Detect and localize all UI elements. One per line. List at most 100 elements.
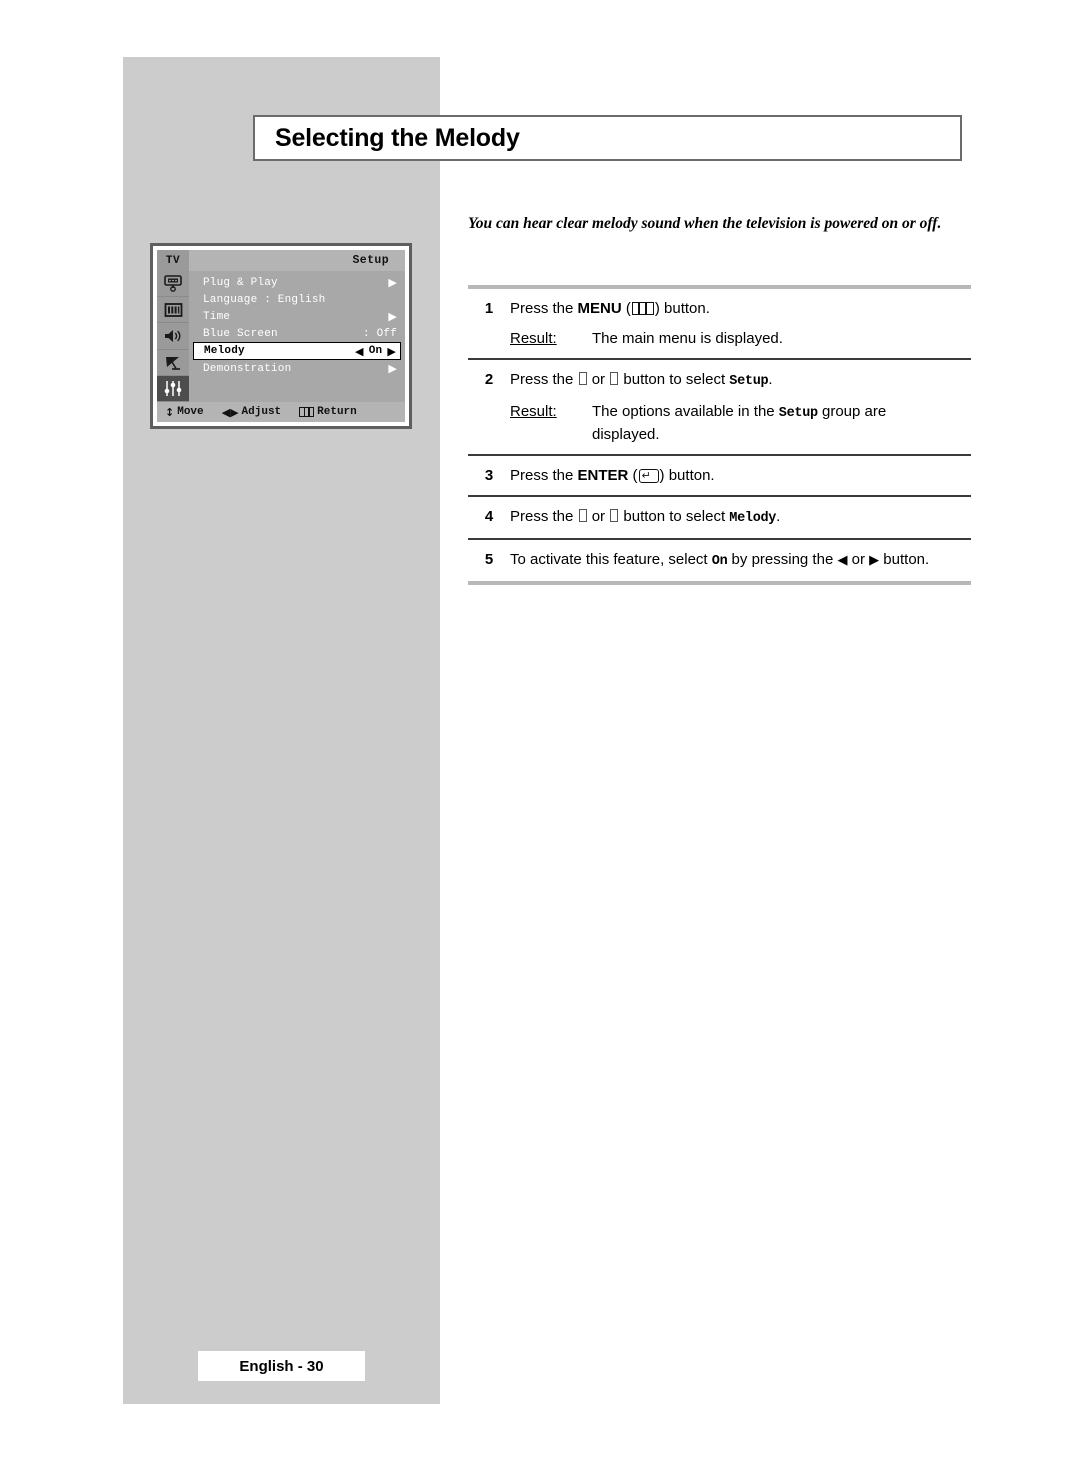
- left-right-arrow-icon: ◀▶: [221, 405, 239, 419]
- step-instruction: Press the MENU () button.: [510, 298, 971, 319]
- osd-item-label: Blue Screen: [203, 327, 278, 340]
- up-arrow-icon: [578, 372, 587, 385]
- osd-item-plug-and-play[interactable]: Plug & Play ▶: [189, 274, 405, 291]
- osd-item-language[interactable]: Language : English: [189, 291, 405, 308]
- up-arrow-icon: [578, 509, 587, 522]
- osd-item-label: Language : English: [203, 293, 326, 306]
- step-3: 3 Press the ENTER (↵) button.: [468, 456, 971, 495]
- step-body: Press the MENU () button. Result: The ma…: [510, 298, 971, 349]
- step-text: or: [847, 551, 870, 568]
- osd-item-label: Time: [203, 310, 231, 323]
- step-5: 5 To activate this feature, select On by…: [468, 540, 971, 581]
- step-text: button.: [664, 467, 715, 484]
- osd-icon-column: [157, 271, 189, 403]
- step-text: or: [587, 371, 610, 388]
- step-body: Press the ENTER (↵) button.: [510, 465, 971, 486]
- result-text-b: group are: [817, 403, 887, 420]
- enter-button-icon: ↵: [638, 469, 659, 483]
- result-text-a: The options available in the: [592, 403, 779, 420]
- step-body: To activate this feature, select On by p…: [510, 549, 971, 572]
- chevron-right-icon: ▶: [388, 310, 397, 323]
- up-down-arrow-icon: ↕: [165, 405, 175, 419]
- step-text: (: [621, 300, 631, 317]
- chevron-right-icon: ▶: [869, 553, 880, 568]
- result-text-c: displayed.: [592, 426, 660, 443]
- step-text: or: [587, 508, 610, 525]
- step-text: button.: [879, 551, 930, 568]
- osd-group-title: Setup: [352, 254, 389, 267]
- step-text: Press the: [510, 508, 578, 525]
- step-text: Press the: [510, 300, 578, 317]
- steps-list: 1 Press the MENU () button. Result: The …: [468, 285, 971, 585]
- menu-button-label: MENU: [577, 300, 622, 317]
- sliders-icon[interactable]: [157, 375, 189, 403]
- monitor-icon[interactable]: [157, 271, 189, 298]
- step-text: Press the: [510, 371, 578, 388]
- osd-screen: TV Setup Plug & Play ▶ Language: Englis…: [157, 250, 405, 422]
- chevron-left-icon: ◀: [837, 553, 848, 568]
- melody-keyword: Melody: [729, 511, 777, 526]
- manual-page: Selecting the Melody TV Setup Plug & Pla…: [0, 0, 1080, 1469]
- osd-hint-label: Return: [317, 406, 357, 418]
- menu-button-icon: [631, 302, 654, 315]
- step-number: 2: [484, 371, 494, 388]
- step-text: (: [628, 467, 638, 484]
- osd-menu-illustration: TV Setup Plug & Play ▶ Language: Englis…: [150, 243, 412, 429]
- osd-item-melody[interactable]: Melody ◀ On ▶: [193, 342, 401, 360]
- osd-header: TV Setup: [157, 250, 405, 271]
- satellite-dish-icon[interactable]: [157, 350, 189, 376]
- osd-item-list: Plug & Play ▶ Language : English Time ▶ …: [189, 271, 405, 402]
- step-text: To activate this feature, select: [510, 551, 712, 568]
- step-result: Result: The main menu is displayed.: [510, 328, 971, 349]
- step-2: 2 Press the or button to select Setup. R…: [468, 360, 971, 454]
- step-text: .: [768, 371, 773, 388]
- chevron-left-icon[interactable]: ◀: [355, 346, 364, 357]
- step-number: 4: [484, 508, 494, 525]
- osd-item-blue-screen[interactable]: Blue Screen : Off: [189, 325, 405, 342]
- on-keyword: On: [711, 554, 728, 569]
- result-text: The options available in the Setup group…: [592, 401, 971, 445]
- osd-hint-move: ↕ Move: [165, 406, 204, 418]
- chevron-right-icon: ▶: [388, 362, 397, 375]
- step-body: Press the or button to select Melody.: [510, 506, 971, 529]
- osd-footer-hints: ↕ Move ◀▶ Adjust Return: [157, 402, 405, 422]
- step-1: 1 Press the MENU () button. Result: The …: [468, 289, 971, 358]
- osd-hint-adjust: ◀▶ Adjust: [222, 406, 282, 418]
- result-label: Result:: [510, 403, 557, 420]
- page-footer-label: English - 30: [198, 1351, 365, 1381]
- chevron-right-icon[interactable]: ▶: [387, 346, 396, 357]
- intro-paragraph: You can hear clear melody sound when the…: [468, 215, 942, 232]
- step-text: .: [776, 508, 781, 525]
- result-text: The main menu is displayed.: [592, 330, 783, 347]
- down-arrow-icon: [610, 372, 619, 385]
- step-text: button to select: [619, 508, 730, 525]
- osd-body: Plug & Play ▶ Language : English Time ▶ …: [157, 271, 405, 403]
- divider-bottom: [468, 581, 971, 585]
- osd-item-demonstration[interactable]: Demonstration ▶: [189, 360, 405, 377]
- step-instruction: To activate this feature, select On by p…: [510, 549, 971, 572]
- picture-bars-icon[interactable]: [157, 297, 189, 324]
- osd-hint-label: Adjust: [241, 406, 282, 418]
- osd-item-label: Demonstration: [203, 362, 292, 375]
- speaker-icon[interactable]: [157, 323, 189, 350]
- chevron-right-icon: ▶: [388, 276, 397, 289]
- menu-button-icon: [299, 407, 315, 417]
- down-arrow-icon: [610, 509, 619, 522]
- step-body: Press the or button to select Setup. Res…: [510, 369, 971, 445]
- result-label: Result:: [510, 330, 557, 347]
- step-text: button.: [659, 300, 710, 317]
- step-instruction: Press the or button to select Melody.: [510, 506, 971, 529]
- osd-item-label: Melody: [204, 345, 245, 357]
- osd-item-time[interactable]: Time ▶: [189, 308, 405, 325]
- enter-button-label: ENTER: [577, 467, 629, 484]
- page-title-bar: Selecting the Melody: [253, 115, 962, 161]
- step-4: 4 Press the or button to select Melody.: [468, 497, 971, 538]
- osd-hint-return: Return: [299, 406, 357, 418]
- setup-keyword: Setup: [778, 406, 818, 421]
- setup-keyword: Setup: [729, 374, 769, 389]
- osd-item-value: : Off: [362, 327, 397, 340]
- page-title: Selecting the Melody: [275, 123, 520, 152]
- osd-melody-value: On: [368, 345, 383, 357]
- step-text: Press the: [510, 467, 578, 484]
- osd-hint-label: Move: [177, 406, 204, 418]
